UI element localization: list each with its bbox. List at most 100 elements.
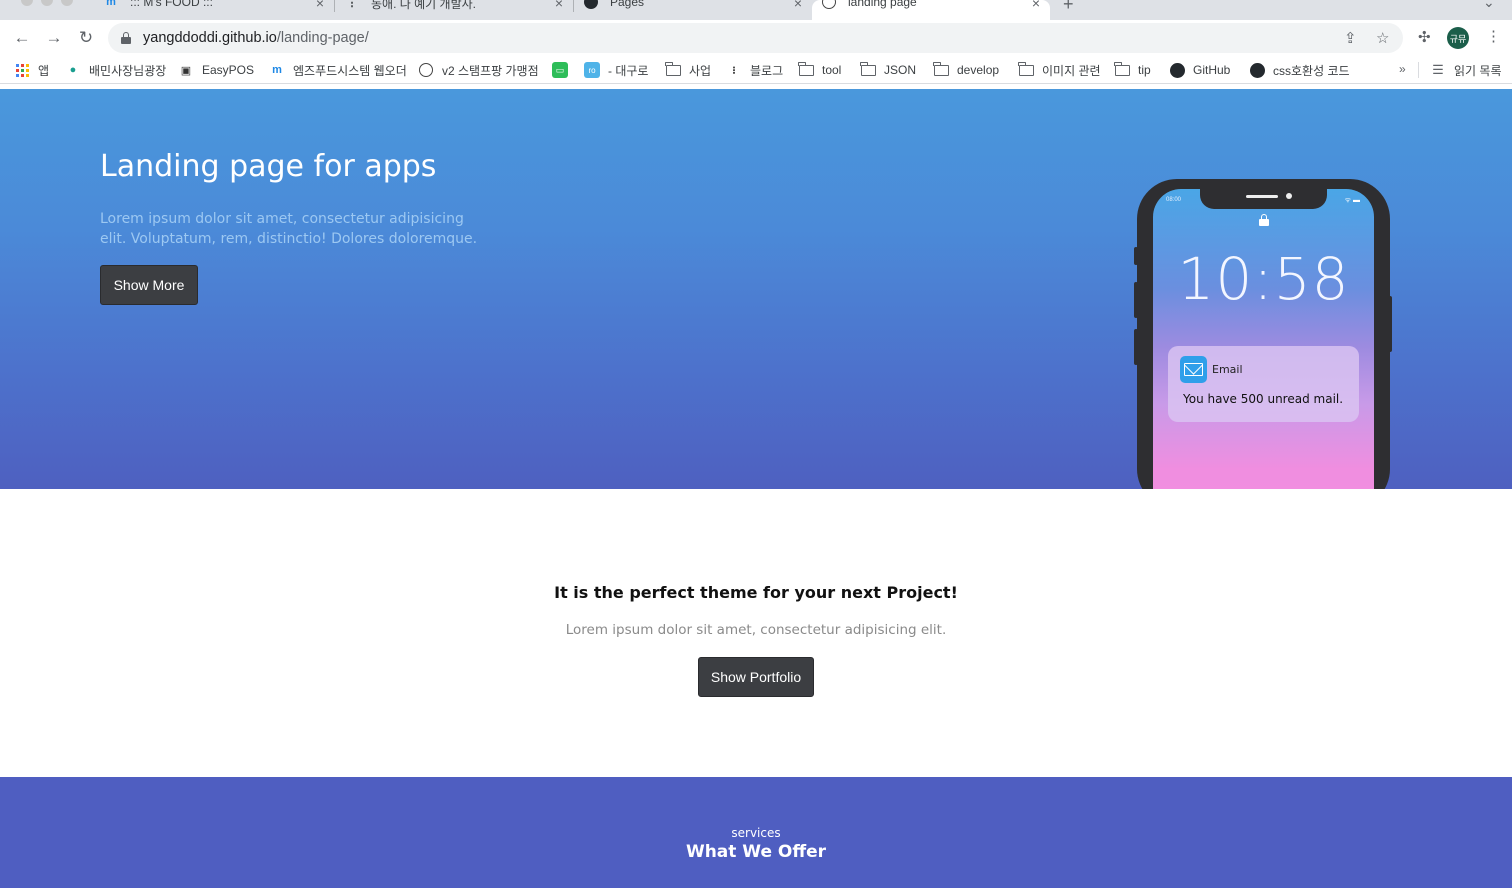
mail-icon (1180, 356, 1207, 383)
back-arrow-icon[interactable]: ← (10, 26, 34, 50)
globe-icon (822, 0, 836, 9)
bookmark-label: tip (1138, 63, 1151, 77)
phone-mockup: 08:00 ᯤ ▬ 10:58 Email You have 500 unrea… (1134, 179, 1392, 489)
url-text[interactable]: yangddoddi.github.io/landing-page/ (143, 30, 369, 46)
bookmark-daeguro[interactable]: ro - 대구로 (584, 60, 648, 80)
m-logo-icon: m (272, 64, 282, 76)
reading-list-icon: ☰ (1432, 62, 1444, 77)
phone-notch (1200, 189, 1327, 209)
dots-icon: ⁝ (732, 64, 736, 77)
folder-icon (933, 61, 949, 78)
bookmark-label: 앱 (38, 63, 50, 78)
wifi-battery-icon: ᯤ ▬ (1344, 197, 1360, 204)
bookmark-label: 블로그 (750, 63, 784, 78)
tab-ms-food[interactable]: m ::: M's FOOD ::: × (94, 0, 334, 20)
notification-app-name: Email (1212, 363, 1243, 376)
chat-icon: ▭ (552, 62, 568, 78)
window-minimize-icon[interactable] (41, 0, 53, 6)
dots-icon: ⋮ (346, 0, 358, 9)
tab-landing-page[interactable]: landing page × (812, 0, 1050, 20)
bookmarks-bar: 앱 ● 배민사장님광장 ▣ EasyPOS m 엠즈푸드시스템 웹오더 v2 스… (0, 56, 1512, 84)
bookmark-folder-images[interactable]: 이미지 관련 (1018, 60, 1101, 80)
bookmark-css-compat[interactable]: css호환성 코드 (1249, 60, 1350, 80)
phone-side-button (1134, 282, 1138, 318)
services-title: What We Offer (685, 842, 827, 862)
bookmark-label: 배민사장님광장 (89, 63, 167, 78)
folder-icon (1114, 61, 1130, 78)
bookmark-github[interactable]: GitHub (1169, 60, 1230, 80)
github-icon (1249, 62, 1265, 78)
theme-title: It is the perfect theme for your next Pr… (554, 583, 958, 602)
kebab-menu-icon[interactable]: ⋮ (1486, 27, 1501, 45)
reading-list-button[interactable]: ☰ 읽기 목록 (1430, 60, 1502, 80)
bookmarks-overflow-button[interactable]: » (1399, 62, 1406, 76)
extensions-puzzle-icon[interactable]: ✣ (1418, 28, 1431, 46)
lockscreen-clock: 10:58 (1177, 245, 1350, 313)
bookmark-folder-tip[interactable]: tip (1114, 60, 1151, 80)
tab-title: landing page (848, 0, 917, 9)
bookmark-baemin[interactable]: ● 배민사장님광장 (65, 60, 167, 80)
bookmark-blog[interactable]: ⁝ 블로그 (726, 60, 783, 80)
bookmark-label: tool (822, 63, 842, 77)
notification-message: You have 500 unread mail. (1183, 392, 1344, 406)
services-section: services What We Offer (0, 777, 1512, 888)
forward-arrow-icon[interactable]: → (42, 26, 66, 50)
tab-blog[interactable]: ⋮ 동애. 나 예기 개발사. × (335, 0, 573, 20)
hero-title: Landing page for apps (100, 149, 437, 184)
url-host: yangddoddi.github.io (143, 30, 277, 46)
baemin-icon: ● (69, 64, 77, 76)
hero-description: Lorem ipsum dolor sit amet, consectetur … (100, 211, 478, 247)
bookmark-folder-json[interactable]: JSON (860, 60, 916, 80)
bookmark-label: develop (957, 63, 1000, 77)
folder-icon (665, 61, 681, 78)
show-more-button[interactable]: Show More (100, 265, 198, 305)
hero-section: Landing page for apps Lorem ipsum dolor … (0, 89, 1512, 489)
reload-icon[interactable]: ↻ (74, 26, 98, 50)
bookmark-stamppang[interactable]: v2 스탬프팡 가맹점 (418, 60, 539, 80)
bookmark-chat[interactable]: ▭ (552, 60, 576, 80)
tab-title: 동애. 나 예기 개발사. (371, 0, 476, 11)
bookmark-easypos[interactable]: ▣ EasyPOS (178, 60, 254, 80)
window-close-icon[interactable] (21, 0, 33, 6)
chevron-down-icon[interactable]: ⌄ (1483, 0, 1495, 11)
tab-title: ::: M's FOOD ::: (130, 0, 213, 9)
tab-strip: m ::: M's FOOD ::: × ⋮ 동애. 나 예기 개발사. × P… (0, 0, 1512, 20)
bookmark-folder-tool[interactable]: tool (798, 60, 841, 80)
bookmark-label: 이미지 관련 (1042, 63, 1101, 78)
phone-screen: 08:00 ᯤ ▬ 10:58 Email You have 500 unrea… (1153, 189, 1374, 489)
services-eyebrow: services (731, 826, 781, 840)
folder-icon (860, 61, 876, 78)
url-path: /landing-page/ (276, 30, 369, 46)
phone-side-button (1134, 247, 1138, 265)
folder-icon (1018, 61, 1034, 78)
close-icon[interactable]: × (794, 0, 802, 11)
browser-toolbar: ← → ↻ yangddoddi.github.io/landing-page/… (0, 20, 1512, 56)
lock-icon (1258, 214, 1270, 227)
bookmark-ms-weborder[interactable]: m 엠즈푸드시스템 웹오더 (269, 60, 407, 80)
share-icon[interactable]: ⇪ (1344, 29, 1357, 47)
bookmark-folder-business[interactable]: 사업 (665, 60, 711, 80)
github-icon (584, 0, 598, 9)
bookmark-label: - 대구로 (608, 63, 649, 78)
page-viewport: Landing page for apps Lorem ipsum dolor … (0, 89, 1512, 888)
bookmark-label: EasyPOS (202, 63, 255, 77)
close-icon[interactable]: × (1032, 0, 1040, 11)
lock-icon[interactable] (121, 32, 131, 44)
apps-grid-icon (14, 62, 30, 78)
easypos-icon: ▣ (180, 64, 192, 77)
address-bar[interactable]: yangddoddi.github.io/landing-page/ ⇪ ☆ (108, 23, 1403, 53)
window-zoom-icon[interactable] (61, 0, 73, 6)
bookmark-label: 사업 (689, 63, 712, 78)
close-icon[interactable]: × (555, 0, 563, 11)
bookmark-folder-develop[interactable]: develop (933, 60, 999, 80)
star-icon[interactable]: ☆ (1376, 29, 1389, 47)
show-portfolio-button[interactable]: Show Portfolio (698, 657, 814, 697)
new-tab-button[interactable]: + (1063, 0, 1074, 15)
reading-list-label: 읽기 목록 (1454, 63, 1502, 78)
profile-avatar[interactable]: 규뮤 (1447, 27, 1469, 49)
tab-pages[interactable]: Pages × (574, 0, 812, 20)
close-icon[interactable]: × (316, 0, 324, 11)
daeguro-icon: ro (584, 62, 600, 78)
bookmark-apps[interactable]: 앱 (14, 60, 49, 80)
phone-side-button (1134, 329, 1138, 365)
